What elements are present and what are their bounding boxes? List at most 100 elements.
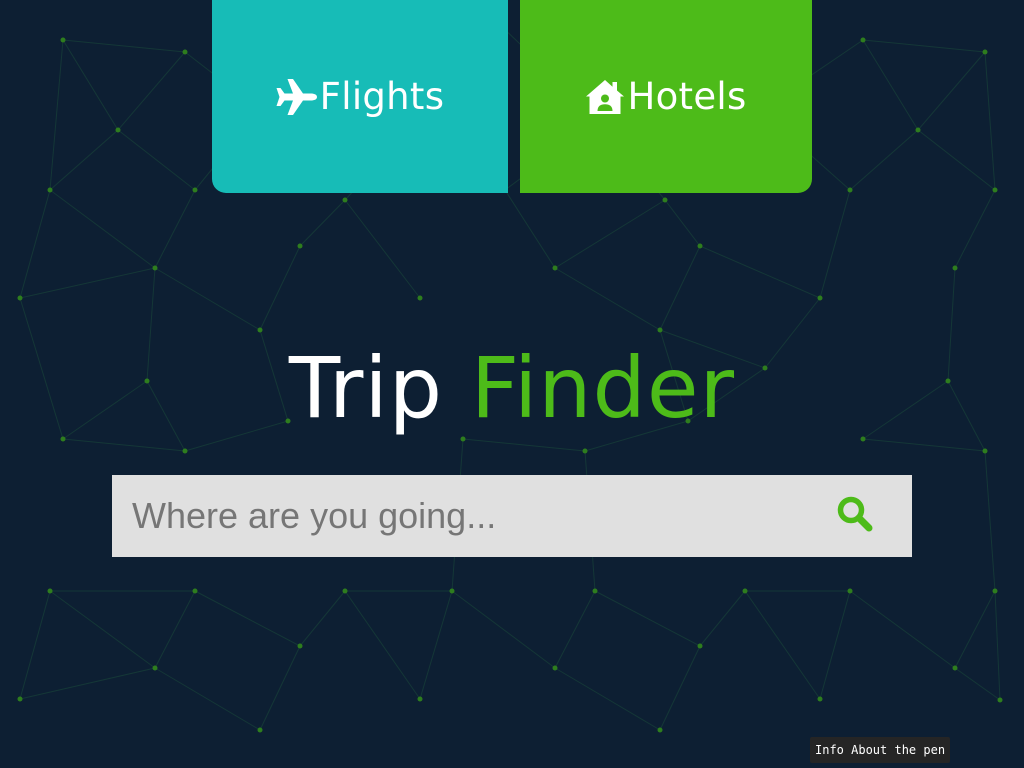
network-node [342,588,348,594]
network-line [154,267,261,331]
network-line [19,590,51,700]
network-line [117,129,196,191]
network-node [657,327,663,333]
network-node [742,588,748,594]
network-line [419,590,453,700]
network-line [659,645,701,731]
network-node [847,187,853,193]
network-node [982,49,988,55]
network-line [19,189,51,299]
page-title: Trip Finder [0,338,1024,438]
network-line [554,590,596,669]
network-node [257,727,263,733]
network-line [954,590,996,669]
network-line [819,189,851,299]
network-node [152,665,158,671]
network-line [699,590,746,647]
network-line [49,189,156,269]
network-line [554,667,661,731]
network-node [915,127,921,133]
network-line [299,199,346,247]
network-node [449,588,455,594]
hotels-label: Hotels [627,75,747,118]
flights-label: Flights [319,75,445,118]
network-node [982,448,988,454]
search-input[interactable] [112,475,812,557]
network-node [192,187,198,193]
network-line [19,667,156,700]
hotels-tile-button[interactable]: Hotels [520,0,812,193]
plane-icon [276,78,318,116]
network-line [49,590,156,669]
house-user-icon [585,79,625,115]
network-node [17,696,23,702]
network-line [49,39,64,191]
network-node [47,187,53,193]
network-line [862,39,986,53]
network-node [417,696,423,702]
network-line [984,450,996,592]
network-line [259,245,301,331]
network-line [117,51,186,131]
network-line [299,590,346,647]
network-line [344,199,421,299]
network-node [992,187,998,193]
network-line [664,199,701,247]
network-node [860,37,866,43]
network-node [657,727,663,733]
network-node [817,696,823,702]
network-node [47,588,53,594]
network-node [592,588,598,594]
network-line [462,438,586,452]
network-line [19,267,156,299]
network-node [17,295,23,301]
network-node [257,327,263,333]
network-node [552,665,558,671]
network-line [194,590,301,647]
network-node [952,265,958,271]
network-line [994,590,1001,701]
network-node [952,665,958,671]
network-line [554,267,661,331]
search-bar [112,475,912,557]
network-node [342,197,348,203]
network-line [849,129,919,191]
network-line [344,590,421,700]
network-node [997,697,1003,703]
network-line [154,667,261,731]
network-line [954,189,996,269]
network-node [192,588,198,594]
network-line [744,590,821,700]
network-line [62,39,186,53]
flights-tile-button[interactable]: Flights [212,0,508,193]
network-node [60,37,66,43]
network-line [154,590,196,669]
search-button[interactable] [824,485,886,547]
network-line [62,438,186,452]
network-node [582,448,588,454]
network-node [297,643,303,649]
network-line [62,39,119,131]
network-node [552,265,558,271]
network-line [451,590,556,669]
network-node [662,197,668,203]
title-word-finder: Finder [470,339,736,437]
network-node [697,243,703,249]
network-line [862,39,919,131]
network-line [49,129,119,191]
network-node [992,588,998,594]
network-node [817,295,823,301]
network-line [554,199,666,269]
info-about-pen-button[interactable]: Info About the pen [810,737,951,763]
network-node [697,643,703,649]
network-node [182,49,188,55]
network-line [819,590,851,700]
network-line [862,438,986,452]
network-node [115,127,121,133]
network-line [849,590,956,669]
network-line [984,51,996,191]
search-icon [836,495,874,537]
network-line [659,245,701,331]
network-node [297,243,303,249]
network-line [504,189,556,269]
